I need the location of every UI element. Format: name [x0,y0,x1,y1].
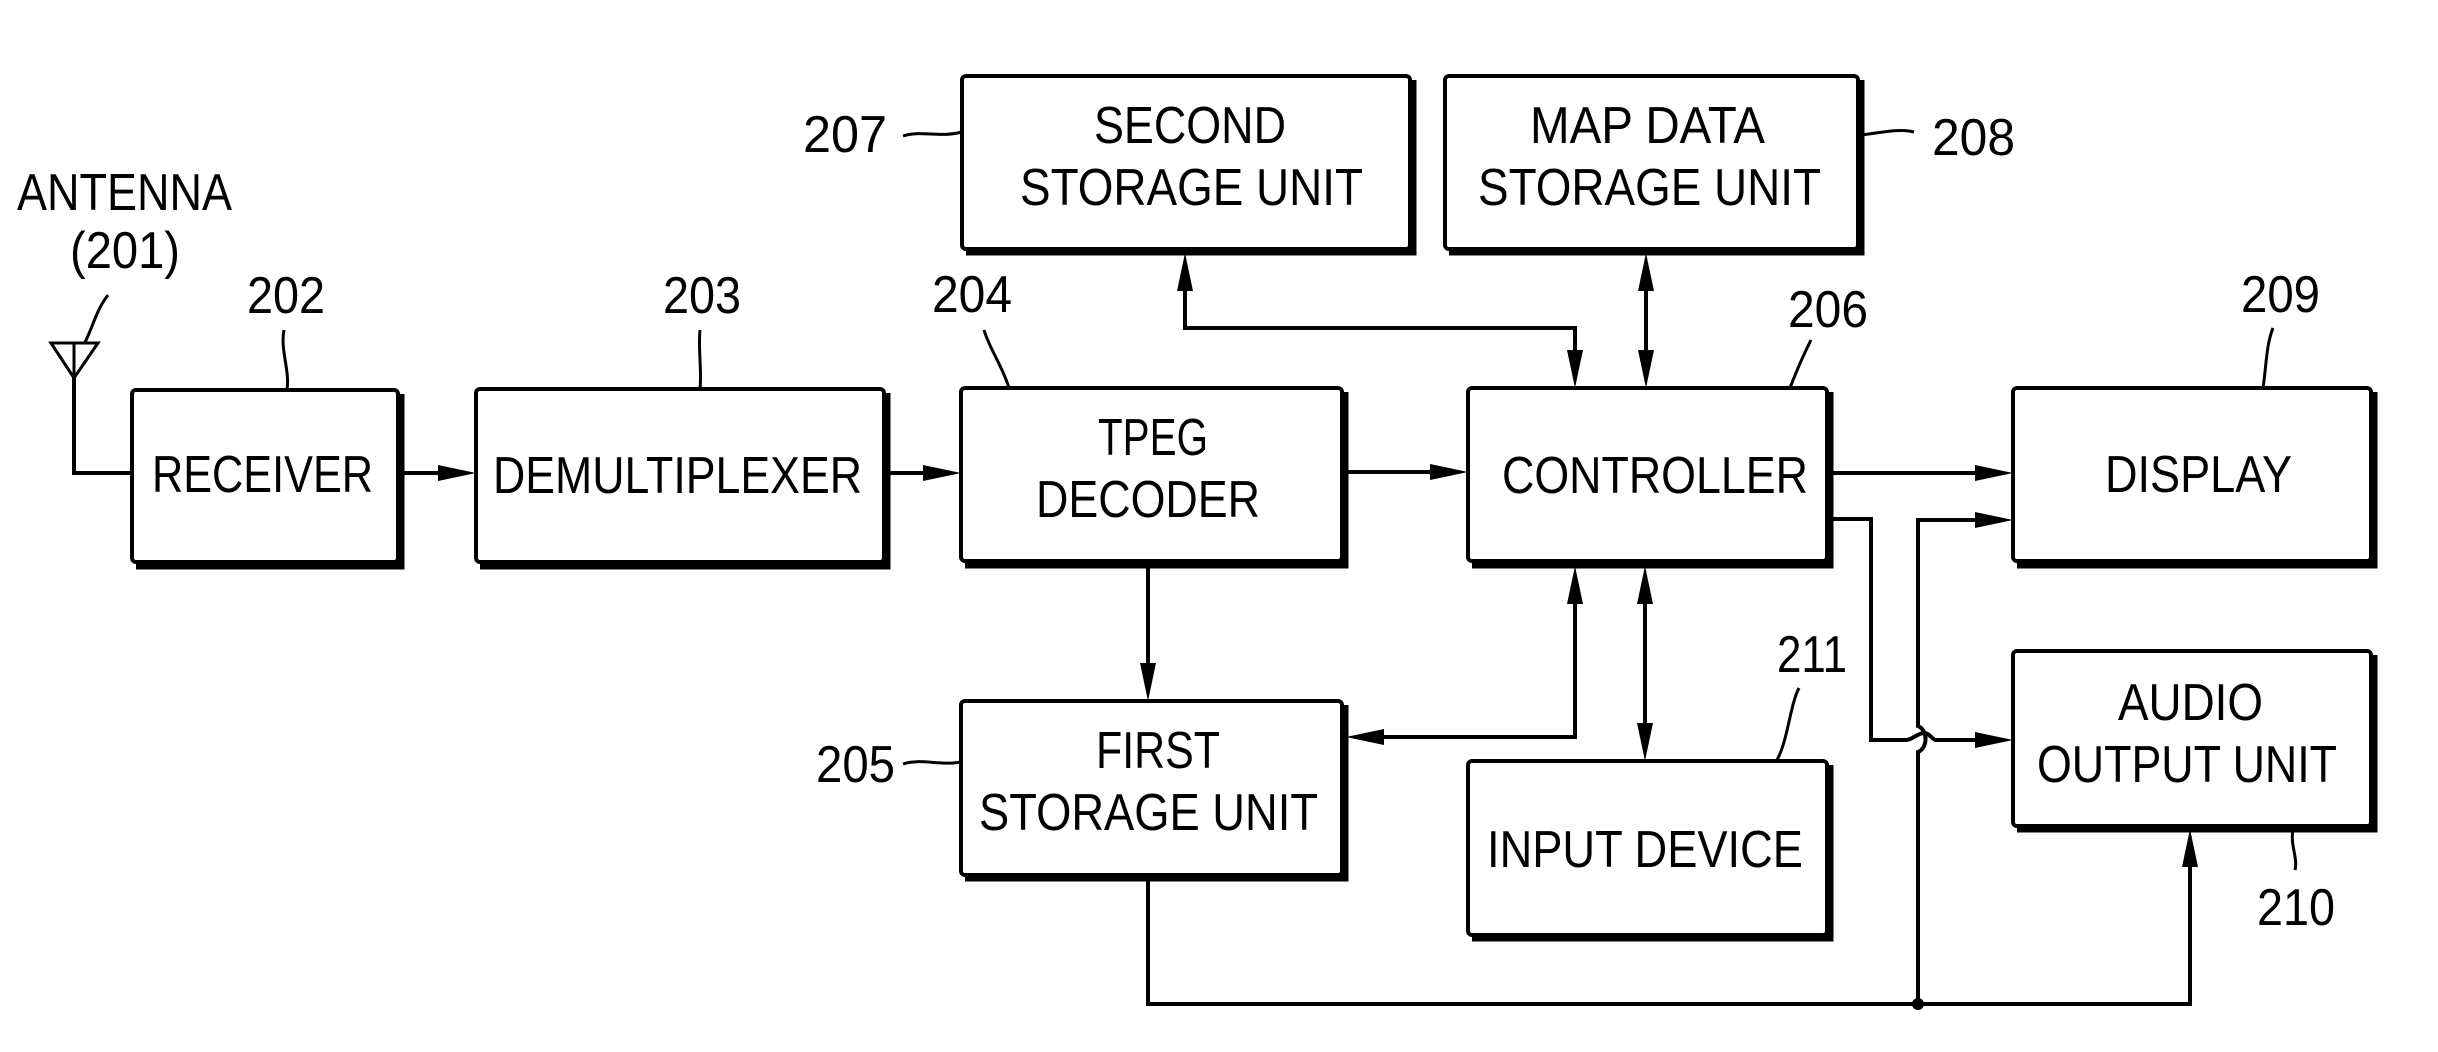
tpeg-decoder-leader [982,329,1011,389]
arrowhead-right [923,465,961,481]
audio-output-leader [2290,829,2298,871]
audio-output-label-line1: AUDIO [2118,674,2263,732]
map-data-storage-label-line2: STORAGE UNIT [1478,159,1821,217]
block-controller: CONTROLLER 206 [1466,281,1868,569]
display-label: DISPLAY [2105,446,2292,504]
block-input-device: INPUT DEVICE 211 [1466,626,1847,942]
arrowhead-up [1637,566,1653,604]
antenna-leader [82,294,110,345]
input-device-label: INPUT DEVICE [1487,821,1803,879]
display-ref: 209 [2241,266,2320,324]
block-diagram: ANTENNA (201) RECEIVER 202 DEMULTIPLEXER… [17,74,2378,1010]
demultiplexer-ref: 203 [663,267,741,325]
map-data-storage-ref: 208 [1932,109,2015,167]
first-storage-label-line1: FIRST [1096,722,1220,780]
controller-ref: 206 [1788,281,1868,339]
block-receiver: RECEIVER 202 [130,267,405,570]
arrowhead-up [2182,829,2198,867]
second-storage-ref: 207 [803,106,887,164]
junction-dot [1912,998,1924,1010]
second-storage-leader [902,130,963,138]
arrowhead-right [438,465,476,481]
wire-antenna-receiver [72,376,134,475]
receiver-leader [281,329,290,391]
arrowhead-down [1638,350,1654,388]
block-second-storage: SECOND STORAGE UNIT 207 [803,74,1417,256]
antenna-label: ANTENNA [17,164,232,222]
tpeg-decoder-label-line1: TPEG [1098,409,1208,467]
arrowhead-right [1975,512,2013,528]
arrowhead-up [1638,253,1654,291]
demultiplexer-leader [697,329,703,390]
receiver-label: RECEIVER [152,446,373,504]
demultiplexer-label: DEMULTIPLEXER [493,447,862,505]
block-first-storage: FIRST STORAGE UNIT 205 [816,699,1349,882]
arrowhead-up [1177,253,1193,291]
arrowhead-up [1567,566,1583,604]
arrowhead-right [1975,465,2013,481]
arrowhead-down [1637,723,1653,761]
display-leader [2261,327,2275,389]
antenna-ref: (201) [70,222,180,280]
second-storage-label-line2: STORAGE UNIT [1020,159,1363,217]
first-storage-ref: 205 [816,736,895,794]
audio-output-label-line2: OUTPUT UNIT [2037,736,2337,794]
block-map-data-storage: MAP DATA STORAGE UNIT 208 [1443,74,2015,256]
arrowhead-right [1430,464,1468,480]
block-audio-output: AUDIO OUTPUT UNIT 210 [2011,649,2378,937]
block-display: DISPLAY 209 [2011,266,2378,569]
input-device-ref: 211 [1777,626,1847,684]
wire-controller-second-storage [1183,270,1577,370]
arrowhead-right [1975,732,2013,748]
wire-controller-first-storage [1364,583,1577,739]
block-tpeg-decoder: TPEG DECODER 204 [932,266,1349,569]
arrowhead-down [1567,350,1583,388]
antenna-icon [48,341,101,381]
input-device-leader [1775,687,1801,761]
connections [400,253,2198,1010]
map-data-storage-leader [1860,129,1915,137]
tpeg-decoder-ref: 204 [932,266,1012,324]
arrowhead-left [1346,729,1384,745]
second-storage-label-line1: SECOND [1094,97,1286,155]
block-demultiplexer: DEMULTIPLEXER 203 [474,267,891,570]
audio-output-ref: 210 [2257,879,2335,937]
arrowhead-down [1140,663,1156,701]
wire-bus-display [1916,518,1995,1006]
controller-leader [1788,339,1813,389]
receiver-ref: 202 [247,267,325,325]
controller-label: CONTROLLER [1502,447,1808,505]
tpeg-decoder-label-line2: DECODER [1036,471,1260,529]
map-data-storage-label-line1: MAP DATA [1530,97,1765,155]
first-storage-leader [902,760,962,766]
wire-controller-audio-output [1829,517,1995,742]
first-storage-label-line2: STORAGE UNIT [979,784,1318,842]
